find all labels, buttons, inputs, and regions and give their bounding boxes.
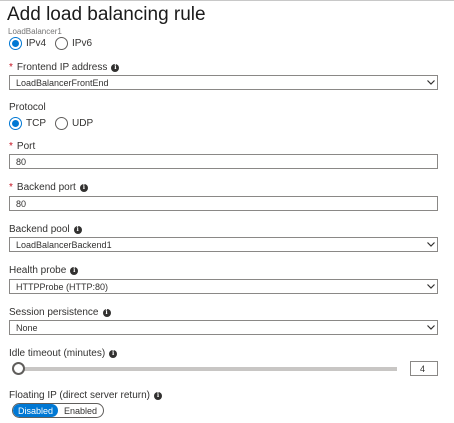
top-divider: [0, 0, 454, 1]
radio-label: UDP: [72, 118, 94, 129]
input-value: 80: [16, 198, 27, 209]
dropdown-value: LoadBalancerFrontEnd: [16, 77, 109, 88]
input-value: 80: [16, 156, 27, 167]
required-marker: *: [9, 141, 13, 152]
frontend-ip-dropdown[interactable]: LoadBalancerFrontEnd: [9, 75, 438, 90]
floating-ip-toggle: Disabled Enabled: [12, 403, 104, 418]
field-label-text: Protocol: [9, 102, 46, 113]
field-label-text: Backend port: [16, 182, 76, 193]
protocol-label: Protocol: [9, 102, 46, 113]
info-icon[interactable]: i: [111, 63, 120, 72]
backend-pool-dropdown[interactable]: LoadBalancerBackend1: [9, 237, 438, 252]
info-icon[interactable]: i: [70, 266, 79, 275]
radio-tcp[interactable]: TCP: [9, 117, 46, 130]
toggle-option-enabled[interactable]: Enabled: [58, 404, 103, 417]
idle-timeout-label: Idle timeout (minutes) i: [9, 348, 118, 359]
chevron-down-icon: [425, 279, 437, 294]
idle-timeout-slider-track[interactable]: [20, 367, 397, 371]
required-marker: *: [9, 182, 13, 193]
floating-ip-label: Floating IP (direct server return) i: [9, 390, 162, 401]
idle-timeout-slider-thumb[interactable]: [12, 362, 25, 375]
dropdown-value: LoadBalancerBackend1: [16, 239, 112, 250]
page-title: Add load balancing rule: [7, 4, 206, 25]
health-probe-dropdown[interactable]: HTTPProbe (HTTP:80): [9, 279, 438, 294]
field-label-text: Port: [16, 141, 36, 152]
radio-udp[interactable]: UDP: [55, 117, 93, 130]
info-icon[interactable]: i: [109, 349, 118, 358]
info-icon[interactable]: i: [79, 183, 88, 192]
radio-selected-icon: [9, 117, 22, 130]
radio-selected-icon: [9, 37, 22, 50]
field-label-text: Backend pool: [9, 224, 70, 235]
page-subtitle: LoadBalancer1: [8, 27, 62, 36]
field-label-text: Frontend IP address: [16, 62, 108, 73]
ip-version-radio-group: IPv4 IPv6: [9, 37, 101, 50]
info-icon[interactable]: i: [102, 308, 111, 317]
radio-ipv4[interactable]: IPv4: [9, 37, 46, 50]
protocol-radio-group: TCP UDP: [9, 117, 102, 130]
dropdown-value: HTTPProbe (HTTP:80): [16, 281, 109, 292]
field-label-text: Health probe: [9, 265, 67, 276]
radio-ipv6[interactable]: IPv6: [55, 37, 92, 50]
session-persistence-dropdown[interactable]: None: [9, 320, 438, 335]
input-value: 4: [419, 363, 425, 374]
toggle-option-disabled[interactable]: Disabled: [13, 404, 58, 417]
backend-port-label: * Backend port i: [9, 182, 88, 193]
port-input[interactable]: 80: [9, 154, 438, 169]
info-icon[interactable]: i: [73, 225, 82, 234]
chevron-down-icon: [425, 237, 437, 252]
required-marker: *: [9, 62, 13, 73]
backend-port-input[interactable]: 80: [9, 196, 438, 211]
radio-unselected-icon: [55, 117, 68, 130]
radio-label: IPv4: [26, 38, 47, 49]
info-icon[interactable]: i: [153, 391, 162, 400]
session-persistence-label: Session persistence i: [9, 307, 111, 318]
radio-label: IPv6: [72, 38, 93, 49]
port-label: * Port: [9, 141, 35, 152]
backend-pool-label: Backend pool i: [9, 224, 82, 235]
health-probe-label: Health probe i: [9, 265, 79, 276]
chevron-down-icon: [425, 320, 437, 335]
radio-label: TCP: [26, 118, 46, 129]
field-label-text: Session persistence: [9, 307, 99, 318]
chevron-down-icon: [425, 75, 437, 90]
radio-unselected-icon: [55, 37, 69, 50]
frontend-ip-label: * Frontend IP address i: [9, 62, 120, 73]
field-label-text: Idle timeout (minutes): [9, 348, 106, 359]
dropdown-value: None: [16, 322, 38, 333]
idle-timeout-value-input[interactable]: 4: [410, 361, 438, 376]
field-label-text: Floating IP (direct server return): [9, 390, 150, 401]
